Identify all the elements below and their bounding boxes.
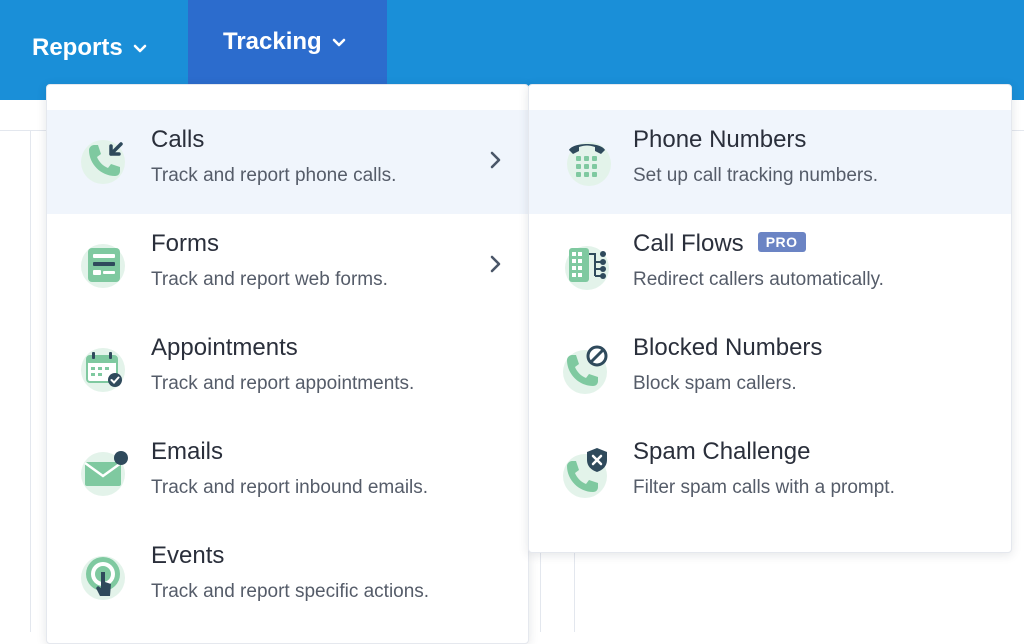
submenu-item-title: Call Flows PRO (633, 232, 806, 256)
desk-phone-icon (559, 132, 615, 188)
menu-item-title: Appointments (151, 334, 298, 361)
menu-item-title: Calls (151, 126, 205, 153)
divider (30, 130, 31, 632)
menu-item-appointments[interactable]: Appointments Track and report appointmen… (47, 318, 528, 422)
chevron-down-icon (330, 34, 348, 52)
submenu-item-phone-numbers[interactable]: Phone Numbers Set up call tracking numbe… (529, 110, 1011, 214)
nav-tracking-label: Tracking (223, 28, 322, 55)
phone-shield-icon (559, 444, 615, 500)
submenu-item-title: Spam Challenge (633, 438, 811, 465)
pro-badge: PRO (757, 232, 806, 252)
divider (574, 550, 575, 632)
divider (540, 550, 541, 632)
menu-item-title: Events (151, 542, 225, 569)
menu-item-calls[interactable]: Calls Track and report phone calls. (47, 110, 528, 214)
call-flow-icon (559, 236, 615, 292)
submenu-item-description: Block spam callers. (633, 373, 797, 394)
nav-reports-label: Reports (32, 34, 123, 61)
nav-tracking[interactable]: Tracking (188, 0, 387, 84)
submenu-item-title: Phone Numbers (633, 126, 807, 153)
submenu-item-description: Filter spam calls with a prompt. (633, 477, 895, 498)
menu-item-title: Emails (151, 438, 224, 465)
calls-submenu-panel: Phone Numbers Set up call tracking numbe… (528, 84, 1012, 553)
menu-item-title: Forms (151, 230, 219, 257)
menu-item-description: Track and report appointments. (151, 373, 415, 394)
menu-item-description: Track and report phone calls. (151, 165, 397, 186)
nav-reports[interactable]: Reports (0, 0, 188, 96)
menu-item-description: Track and report web forms. (151, 269, 388, 290)
submenu-item-call-flows[interactable]: Call Flows PRO Redirect callers automatic… (529, 214, 1011, 318)
submenu-item-description: Redirect callers automatically. (633, 269, 884, 290)
menu-item-forms[interactable]: Forms Track and report web forms. (47, 214, 528, 318)
calendar-check-icon (77, 340, 133, 396)
submenu-item-title-text: Call Flows (633, 230, 744, 257)
tracking-menu-panel: Calls Track and report phone calls. Form… (46, 84, 529, 644)
phone-blocked-icon (559, 340, 615, 396)
menu-item-events[interactable]: Events Track and report specific actions… (47, 526, 528, 630)
envelope-icon (77, 444, 133, 500)
form-icon (77, 236, 133, 292)
phone-incoming-icon (77, 132, 133, 188)
submenu-item-title: Blocked Numbers (633, 334, 823, 361)
chevron-down-icon (131, 40, 149, 58)
chevron-right-icon (488, 148, 504, 172)
chevron-right-icon (488, 252, 504, 276)
submenu-item-blocked-numbers[interactable]: Blocked Numbers Block spam callers. (529, 318, 1011, 422)
tap-target-icon (77, 548, 133, 604)
menu-item-description: Track and report specific actions. (151, 581, 430, 602)
menu-item-description: Track and report inbound emails. (151, 477, 429, 498)
submenu-item-spam-challenge[interactable]: Spam Challenge Filter spam calls with a … (529, 422, 1011, 526)
menu-item-emails[interactable]: Emails Track and report inbound emails. (47, 422, 528, 526)
submenu-item-description: Set up call tracking numbers. (633, 165, 879, 186)
